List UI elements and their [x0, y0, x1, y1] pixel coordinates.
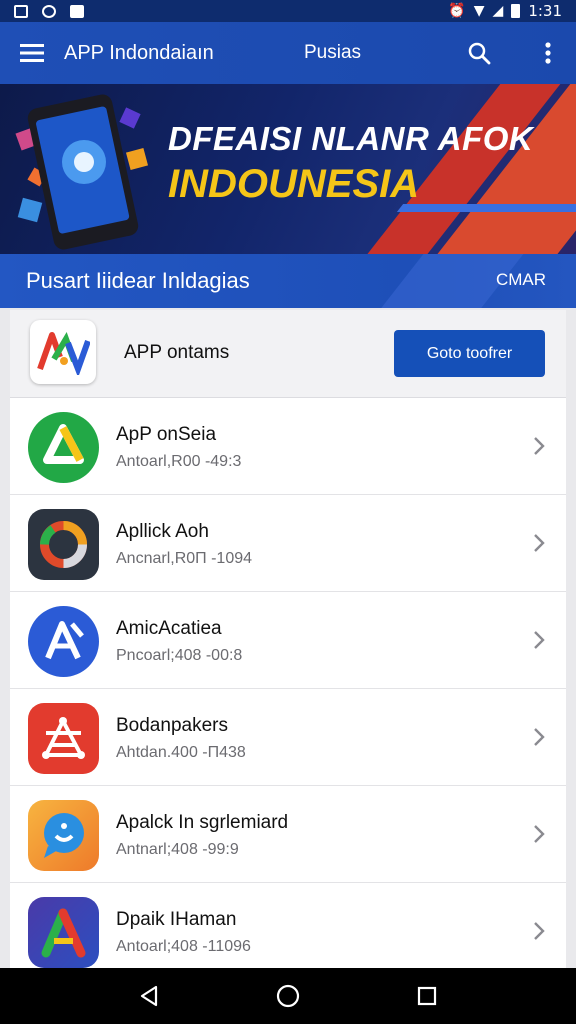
blue-a-icon — [28, 606, 99, 677]
chevron-right-icon — [534, 534, 545, 552]
app-name: Apalck In sgrlemiard — [116, 812, 289, 833]
app-meta: Antoarl,R00 -49:3 — [116, 453, 242, 470]
promo-banner[interactable]: DFEAISI NLANR AFOK INDOUNESIA — [0, 84, 576, 254]
section-header: Pusart Iiidear Inldagias CMAR — [0, 254, 576, 308]
featured-app-name: APP ontams — [124, 342, 230, 363]
more-vert-icon — [545, 42, 551, 64]
recents-button[interactable] — [407, 976, 447, 1016]
home-button[interactable] — [268, 976, 308, 1016]
back-triangle-icon — [141, 985, 158, 1007]
overflow-menu-button[interactable] — [534, 36, 562, 70]
search-button[interactable] — [462, 36, 496, 70]
app-subtitle[interactable]: Pusias — [304, 42, 404, 64]
app-name: AmicAcatiea — [116, 618, 222, 639]
featured-app-logo — [30, 320, 96, 384]
list-item[interactable]: Apllick Aoh Ancnarl,R0П -1094 — [10, 495, 566, 592]
red-network-icon — [28, 703, 99, 774]
back-button[interactable] — [129, 976, 169, 1016]
recents-square-icon — [417, 986, 436, 1006]
list-item[interactable]: Apalck In sgrlemiard Antnarl;408 -99:9 — [10, 786, 566, 883]
phone-illustration — [15, 94, 149, 250]
chevron-right-icon — [534, 437, 545, 455]
app-meta: Ahtdan.400 -П438 — [116, 744, 246, 761]
app-list: ApP onSeia Antoarl,R00 -49:3 Apllick Aoh… — [10, 398, 566, 968]
triangle-a-icon — [28, 897, 99, 968]
wifi-icon: ▼ — [473, 3, 485, 19]
app-name: Apllick Aoh — [116, 521, 209, 542]
home-circle-icon — [276, 984, 300, 1008]
status-bar: ⏰ ▼ ◢ 1:31 — [0, 0, 576, 22]
app-name: Bodanpakers — [116, 715, 228, 736]
list-item[interactable]: ApP onSeia Antoarl,R00 -49:3 — [10, 398, 566, 495]
status-time: 1:31 — [528, 2, 562, 20]
app-name: Dpaik IHaman — [116, 909, 237, 930]
app-meta: Antoarl;408 -11096 — [116, 938, 251, 955]
search-icon — [468, 42, 491, 65]
menu-button[interactable] — [0, 22, 64, 84]
multicolor-logo-icon — [37, 332, 90, 375]
signal-icon: ◢ — [492, 3, 504, 19]
chevron-right-icon — [534, 922, 545, 940]
list-item[interactable]: Dpaik IHaman Antoarl;408 -11096 — [10, 883, 566, 968]
section-action-link[interactable]: CMAR — [496, 270, 546, 290]
app-bar: APP Indondaiaın Pusias — [0, 22, 576, 84]
section-title: Pusart Iiidear Inldagias — [26, 268, 250, 293]
system-navigation-bar — [0, 968, 576, 1024]
battery-icon — [511, 4, 521, 18]
banner-subheadline: INDOUNESIA — [168, 162, 420, 206]
hamburger-menu-icon — [20, 44, 44, 62]
chevron-right-icon — [534, 631, 545, 649]
image-notification-icon — [70, 4, 84, 18]
chat-bubble-icon — [28, 800, 99, 871]
list-item[interactable]: Bodanpakers Ahtdan.400 -П438 — [10, 689, 566, 786]
featured-app-card[interactable]: APP ontams Goto toofrer — [10, 310, 566, 398]
app-name: ApP onSeia — [116, 424, 217, 445]
app-meta: Pncoarl;408 -00:8 — [116, 647, 243, 664]
chevron-right-icon — [534, 825, 545, 843]
ring-camera-icon — [28, 509, 99, 580]
notification-icon — [42, 4, 56, 18]
chevron-right-icon — [534, 728, 545, 746]
alarm-icon: ⏰ — [448, 3, 466, 19]
green-drive-icon — [28, 412, 99, 483]
app-meta: Ancnarl,R0П -1094 — [116, 550, 253, 567]
app-meta: Antnarl;408 -99:9 — [116, 841, 239, 858]
goto-button[interactable]: Goto toofrer — [394, 330, 545, 377]
banner-headline: DFEAISI NLANR AFOK — [168, 120, 534, 157]
sim-icon — [14, 4, 28, 18]
list-item[interactable]: AmicAcatiea Pncoarl;408 -00:8 — [10, 592, 566, 689]
app-title: APP Indondaiaın — [64, 41, 214, 64]
